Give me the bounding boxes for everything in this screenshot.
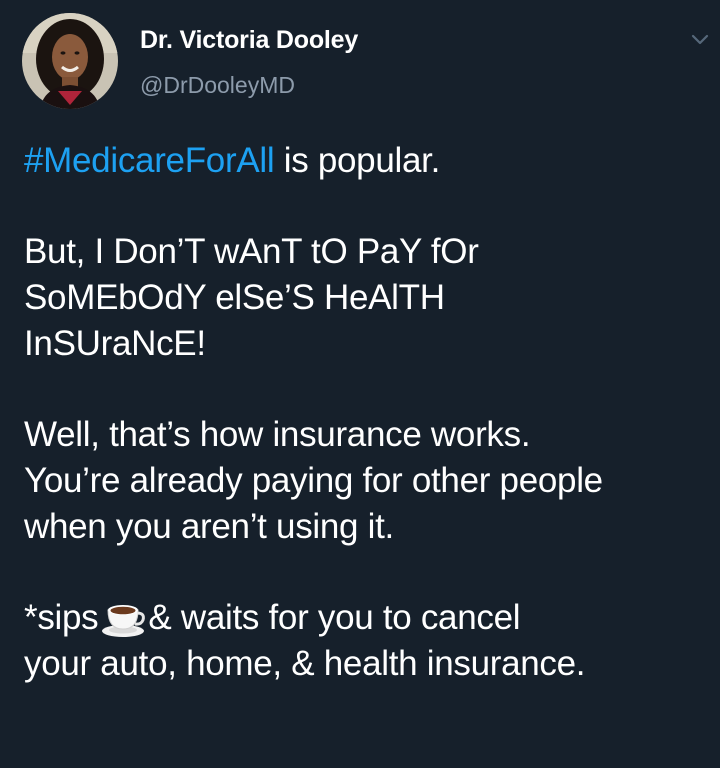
tweet-text-segment: *sips — [24, 598, 99, 637]
avatar[interactable] — [22, 13, 118, 109]
tweet-line: InSUraNcE! — [24, 324, 206, 363]
chevron-down-icon[interactable] — [688, 28, 712, 52]
hashtag-link[interactable]: #MedicareForAll — [24, 141, 275, 180]
tweet-line: your auto, home, & health insurance. — [24, 644, 586, 683]
tweet-text: #MedicareForAll is popular. But, I Don’T… — [24, 138, 714, 732]
tweet-line: *sips & waits for you to cancel — [24, 595, 714, 641]
tweet-paragraph: Well, that’s how insurance works. You’re… — [24, 412, 714, 550]
coffee-cup-emoji-icon — [100, 598, 146, 638]
tweet-line: But, I Don’T wAnT tO PaY fOr — [24, 232, 479, 271]
tweet-line: You’re already paying for other people — [24, 461, 603, 500]
tweet-line: Well, that’s how insurance works. — [24, 415, 531, 454]
tweet-paragraph: #MedicareForAll is popular. — [24, 138, 714, 184]
author-handle[interactable]: @DrDooleyMD — [140, 72, 295, 99]
tweet-card: Dr. Victoria Dooley @DrDooleyMD #Medicar… — [0, 0, 720, 768]
tweet-paragraph: But, I Don’T wAnT tO PaY fOr SoMEbOdY el… — [24, 229, 714, 367]
tweet-text-segment: & waits for you to cancel — [148, 598, 521, 637]
profile-photo-icon — [22, 13, 118, 109]
tweet-line: when you aren’t using it. — [24, 507, 394, 546]
tweet-line: SoMEbOdY elSe’S HeAlTH — [24, 278, 445, 317]
tweet-text-segment: is popular. — [274, 141, 441, 180]
tweet-paragraph: *sips & waits for you to cancel your aut… — [24, 595, 714, 687]
author-display-name[interactable]: Dr. Victoria Dooley — [140, 26, 358, 55]
